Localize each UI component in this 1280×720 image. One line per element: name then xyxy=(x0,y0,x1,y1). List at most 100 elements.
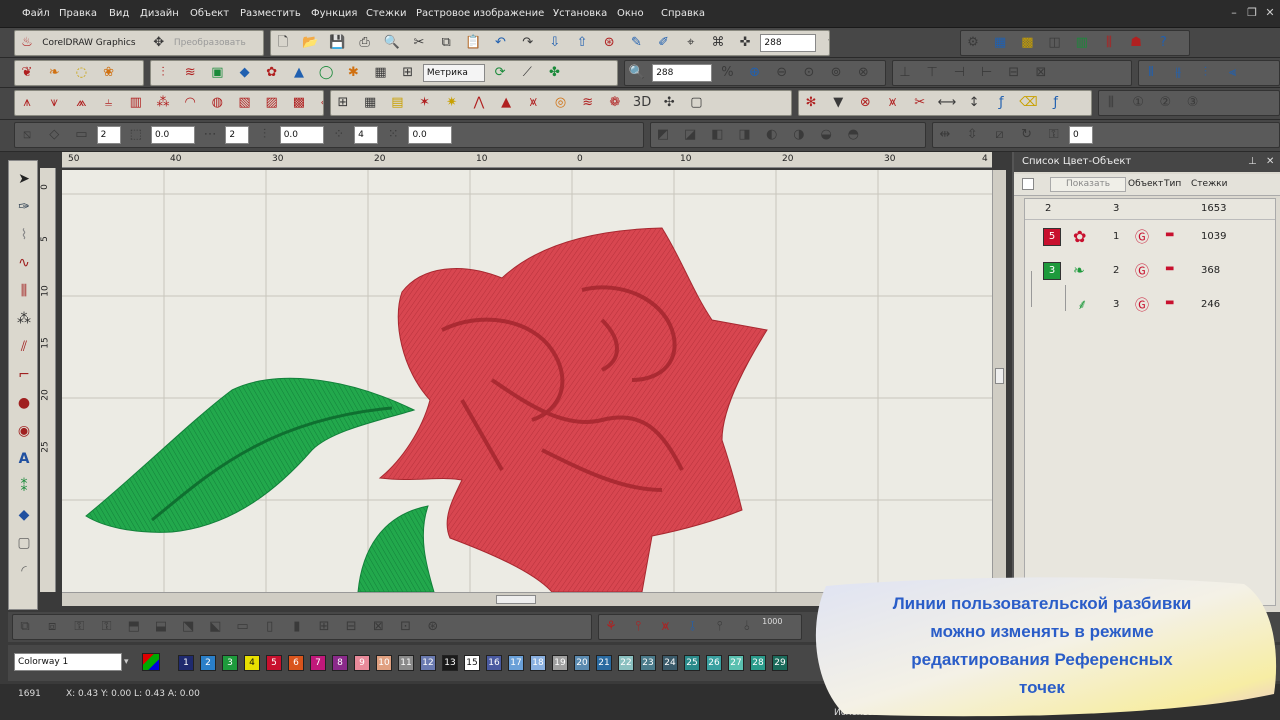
palette-icon[interactable]: ▩ xyxy=(1017,33,1037,53)
effect-a-icon[interactable]: ⊞ xyxy=(333,93,353,113)
tools-icon-e[interactable]: ✜ xyxy=(735,33,755,53)
fill-effect-9-icon[interactable]: ▧ xyxy=(235,93,255,113)
fill-effect-5-icon[interactable]: ▥ xyxy=(126,93,146,113)
intersect-icon[interactable]: ◧ xyxy=(707,125,727,145)
settings-gear-icon[interactable]: ⚙ xyxy=(963,33,983,53)
satin-leaf-icon[interactable]: ❦ xyxy=(17,63,37,83)
fill-effect-10-icon[interactable]: ▨ xyxy=(262,93,282,113)
ungroup-icon[interactable]: ⧈ xyxy=(42,617,62,637)
export-icon[interactable]: ⇧ xyxy=(572,33,592,53)
color-chip[interactable]: 4 xyxy=(244,655,260,671)
diamond-tool-icon[interactable]: ◆ xyxy=(12,503,36,527)
fill-leaf-icon[interactable]: ❧ xyxy=(44,63,64,83)
stitch-d-icon[interactable]: ⫱ xyxy=(683,617,703,637)
vscroll-thumb[interactable] xyxy=(995,368,1004,384)
lock-icon[interactable]: ⚿ xyxy=(1044,125,1064,145)
color-chip[interactable]: 19 xyxy=(552,655,568,671)
vertical-resize-icon[interactable]: ↕ xyxy=(964,93,984,113)
stop-icon[interactable]: ⊗ xyxy=(855,93,875,113)
menu-help[interactable]: Справка xyxy=(661,8,705,19)
stem-object[interactable] xyxy=(357,505,435,592)
percent-icon[interactable]: % xyxy=(717,63,737,83)
curve-tool-icon[interactable]: ◜ xyxy=(12,559,36,583)
stitch-b-icon[interactable]: ⫯ xyxy=(628,617,648,637)
effect-m-icon[interactable]: ▢ xyxy=(686,93,706,113)
redo-icon[interactable]: ↷ xyxy=(518,33,538,53)
copy-icon[interactable]: ⧉ xyxy=(436,33,456,53)
user-icon[interactable]: ☗ xyxy=(1126,33,1146,53)
effect-c-icon[interactable]: ▤ xyxy=(387,93,407,113)
color-chip[interactable]: 9 xyxy=(354,655,370,671)
import-icon[interactable]: ⇩ xyxy=(545,33,565,53)
print-icon[interactable]: ⎙ xyxy=(355,33,375,53)
prop-d-icon[interactable]: ⬚ xyxy=(126,125,146,145)
align-f-icon[interactable]: ⊠ xyxy=(1031,63,1051,83)
sequence-icon[interactable]: ⫼ xyxy=(1101,93,1121,113)
order-8-icon[interactable]: ⊞ xyxy=(314,617,334,637)
stitch-c-icon[interactable]: ⩙ xyxy=(655,617,675,637)
shapes-icon[interactable]: ◆ xyxy=(235,63,255,83)
menu-setup[interactable]: Установка xyxy=(553,8,607,19)
fill-effect-6-icon[interactable]: ⁂ xyxy=(153,93,173,113)
menu-view[interactable]: Вид xyxy=(109,8,129,19)
color-chip[interactable]: 21 xyxy=(596,655,612,671)
front-minus-back-icon[interactable]: ◐ xyxy=(762,125,782,145)
wave-tool-icon[interactable]: ∿ xyxy=(12,251,36,275)
minimize-icon[interactable]: – xyxy=(1226,6,1242,20)
align-b-icon[interactable]: ⊤ xyxy=(922,63,942,83)
rotate-icon[interactable]: ↻ xyxy=(1017,125,1037,145)
node-tool-icon[interactable]: ⁂ xyxy=(12,307,36,331)
color-chip[interactable]: 3 xyxy=(222,655,238,671)
menu-edit[interactable]: Правка xyxy=(59,8,97,19)
color-chip[interactable]: 2 xyxy=(200,655,216,671)
help-icon[interactable]: ? xyxy=(1153,33,1173,53)
menu-stitches[interactable]: Стежки xyxy=(366,8,407,19)
zoom-out-icon[interactable]: ⊖ xyxy=(772,63,792,83)
open-folder-icon[interactable]: 📂 xyxy=(300,33,320,53)
stitch-wave-icon[interactable]: ≋ xyxy=(180,63,200,83)
leaf-object[interactable] xyxy=(85,377,416,533)
stitch-tool-icon[interactable]: ⌇ xyxy=(12,223,36,247)
effect-b-icon[interactable]: ▦ xyxy=(360,93,380,113)
combine-icon[interactable]: ◒ xyxy=(816,125,836,145)
align-c-icon[interactable]: ⊣ xyxy=(949,63,969,83)
sequence-3-icon[interactable]: ③ xyxy=(1183,93,1203,113)
color-chip[interactable]: 24 xyxy=(662,655,678,671)
3d-icon[interactable]: 3D xyxy=(632,93,652,113)
cut-icon[interactable]: ✂ xyxy=(409,33,429,53)
transform-button[interactable]: Преобразовать xyxy=(174,38,246,48)
select-arrow-icon[interactable]: ➤ xyxy=(12,167,36,191)
color-chip[interactable]: 27 xyxy=(728,655,744,671)
print-preview-icon[interactable]: 🔍 xyxy=(382,33,402,53)
color-chip[interactable]: 20 xyxy=(574,655,590,671)
restore-icon[interactable]: ❐ xyxy=(1244,6,1260,20)
sequence-1-icon[interactable]: ① xyxy=(1128,93,1148,113)
order-1-icon[interactable]: ⬒ xyxy=(124,617,144,637)
stitch-a-icon[interactable]: ⚘ xyxy=(601,617,621,637)
align-e-icon[interactable]: ⊟ xyxy=(1004,63,1024,83)
color-chip[interactable]: 15 xyxy=(464,655,480,671)
break-apart-icon[interactable]: ◓ xyxy=(843,125,863,145)
stitch-edit-icon[interactable]: ⩙ xyxy=(883,93,903,113)
order-10-icon[interactable]: ⊠ xyxy=(368,617,388,637)
prop-b-icon[interactable]: ◇ xyxy=(44,125,64,145)
show-button[interactable]: Показать xyxy=(1050,177,1126,192)
zoom-input-2[interactable]: 288 xyxy=(652,64,713,82)
effect-d-icon[interactable]: ✶ xyxy=(415,93,435,113)
order-7-icon[interactable]: ▮ xyxy=(287,617,307,637)
color-chip[interactable]: 10 xyxy=(376,655,392,671)
color-chip[interactable]: 18 xyxy=(530,655,546,671)
zoom-in-icon[interactable]: ⊕ xyxy=(745,63,765,83)
function-x-icon[interactable]: ƒ xyxy=(1046,93,1066,113)
grid-icon[interactable]: ▥ xyxy=(1072,33,1092,53)
prop-c-icon[interactable]: ▭ xyxy=(71,125,91,145)
monogram-tool-icon[interactable]: ⁑ xyxy=(12,475,36,499)
scissors-icon[interactable]: ✂ xyxy=(910,93,930,113)
spin-5[interactable]: 4 xyxy=(354,126,379,144)
trim-icon[interactable]: ◪ xyxy=(680,125,700,145)
refresh-icon[interactable]: ⟳ xyxy=(490,63,510,83)
color-mixer-icon[interactable] xyxy=(142,653,160,671)
spin-4[interactable]: 0.0 xyxy=(279,126,324,144)
tools-icon-a[interactable]: ✎ xyxy=(626,33,646,53)
effect-e-icon[interactable]: ✷ xyxy=(442,93,462,113)
